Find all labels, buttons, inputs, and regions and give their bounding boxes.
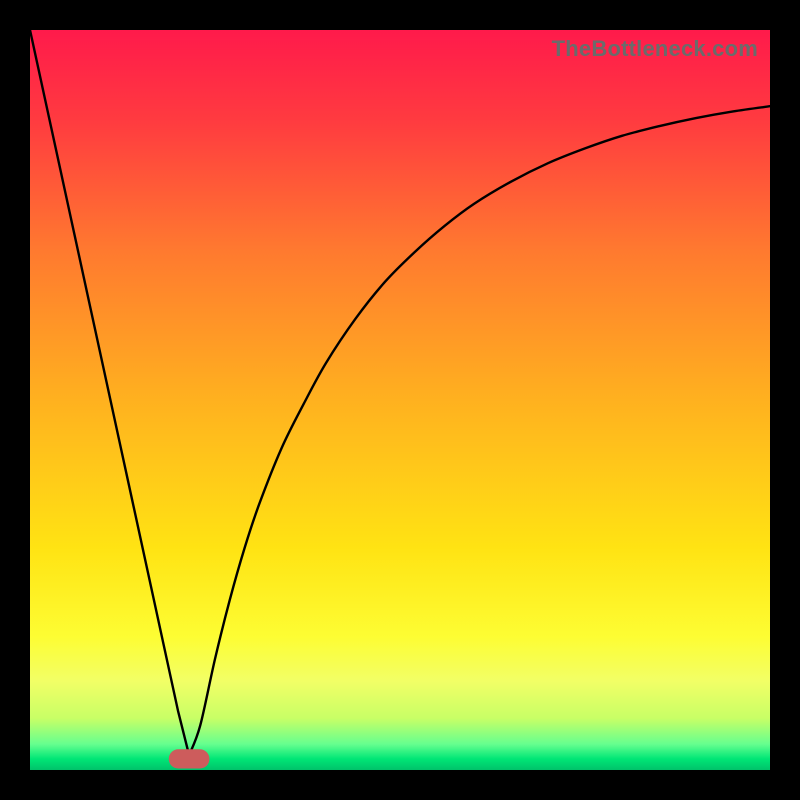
chart-svg	[30, 30, 770, 770]
gradient-background	[30, 30, 770, 770]
watermark-text: TheBottleneck.com	[552, 36, 758, 62]
chart-frame: TheBottleneck.com	[0, 0, 800, 800]
optimum-marker	[169, 749, 210, 768]
plot-area: TheBottleneck.com	[30, 30, 770, 770]
